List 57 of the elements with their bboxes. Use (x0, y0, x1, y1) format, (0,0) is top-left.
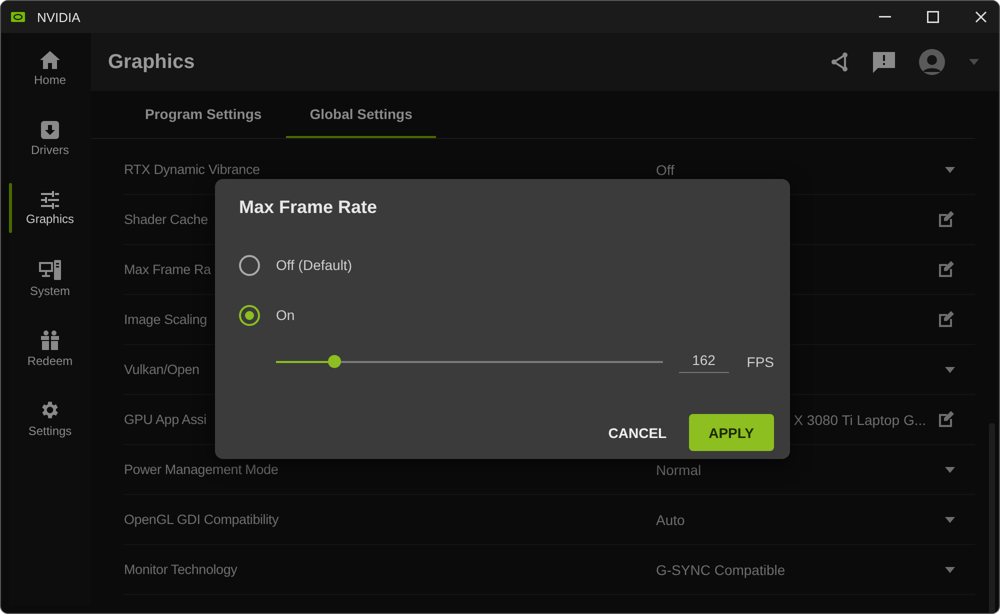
edit-icon[interactable] (938, 261, 955, 278)
setting-label: Power Management Mode (124, 462, 278, 476)
setting-label: Shader Cache (124, 212, 208, 226)
setting-label: RTX Dynamic Vibrance (124, 162, 260, 176)
dropdown-caret-icon[interactable] (969, 59, 979, 65)
setting-label: GPU App Assi (124, 412, 206, 426)
tab[interactable]: Global Settings (286, 91, 436, 138)
minimize-icon (879, 16, 891, 18)
maximize-icon (927, 11, 939, 23)
window-title: NVIDIA (37, 10, 82, 24)
setting-value: Normal (656, 462, 702, 478)
setting-label: OpenGL GDI Compatibility (124, 512, 279, 526)
computer-icon (38, 258, 62, 280)
dropdown-caret-icon[interactable] (945, 466, 955, 472)
edit-icon[interactable] (938, 311, 955, 328)
sidebar-item[interactable]: Drivers (9, 103, 91, 173)
sidebar-item[interactable]: Redeem (9, 313, 91, 383)
fps-input[interactable]: 162 (678, 350, 729, 373)
apply-button[interactable]: APPLY (688, 414, 774, 451)
dropdown-caret-icon[interactable] (945, 566, 955, 572)
radio-button[interactable] (239, 304, 260, 326)
setting-value: Auto (656, 512, 686, 528)
scrollbar[interactable] (989, 423, 995, 613)
share-icon[interactable] (829, 52, 849, 72)
dialog-title: Max Frame Rate (239, 197, 378, 218)
dropdown-caret-icon[interactable] (945, 516, 955, 522)
setting-label: Vulkan/Open (124, 362, 200, 376)
sidebar-item[interactable]: Graphics (9, 173, 91, 243)
sidebar-item[interactable]: System (9, 243, 91, 313)
tab[interactable]: Program Settings (121, 91, 286, 138)
sidebar-item[interactable]: Settings (9, 383, 91, 453)
edit-icon[interactable] (938, 411, 955, 428)
cancel-button[interactable]: CANCEL (608, 414, 667, 451)
setting-value: Off (656, 162, 676, 178)
feedback-icon[interactable] (873, 52, 895, 72)
setting-label: Image Scaling (124, 312, 207, 326)
unit-label: FPS (746, 354, 774, 370)
close-icon (975, 11, 987, 23)
sidebar-item[interactable]: Home (9, 33, 91, 103)
option-label: Off (Default) (276, 257, 352, 273)
avatar-icon[interactable] (919, 49, 945, 75)
home-icon (39, 50, 61, 70)
dropdown-caret-icon[interactable] (945, 166, 955, 172)
download-box-icon (40, 120, 60, 140)
logo-icon (11, 12, 25, 22)
sliders-icon (40, 190, 60, 208)
radio-button[interactable] (239, 254, 260, 276)
page-title: Graphics (108, 50, 196, 74)
dropdown-caret-icon[interactable] (945, 366, 955, 372)
edit-icon[interactable] (938, 211, 955, 228)
option-label: On (276, 307, 295, 323)
gift-icon (39, 328, 61, 350)
setting-value: G-SYNC Compatible (656, 562, 786, 578)
slider-thumb[interactable] (328, 354, 341, 368)
setting-label: Monitor Technology (124, 562, 238, 576)
setting-label: Max Frame Ra (124, 262, 211, 276)
setting-value: X 3080 Ti Laptop G... (794, 412, 926, 428)
